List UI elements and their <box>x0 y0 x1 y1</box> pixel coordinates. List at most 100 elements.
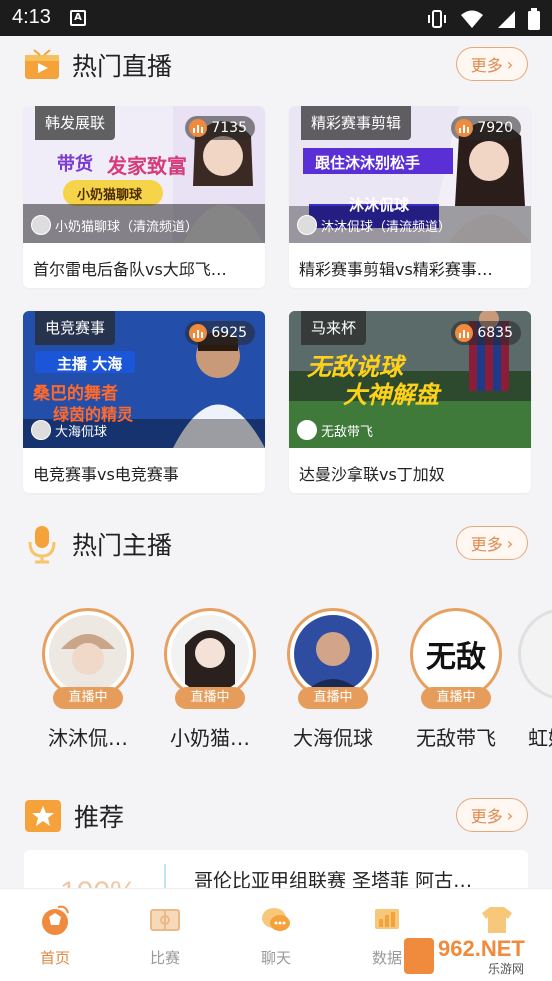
tab-label: 聊天 <box>260 949 291 967</box>
live-card[interactable]: 主播 大海 桑巴的舞者 绿茵的精灵 电竞赛事 6925 大海侃球 电竞赛事vs电… <box>23 311 265 493</box>
anchor-avatar <box>518 608 552 700</box>
section-title-recommend: 推荐 <box>74 803 125 832</box>
thumb-caption: 跟住沐沐别松手 <box>315 154 421 172</box>
anchor-avatar: 无敌 直播中 <box>410 608 502 709</box>
category-tag: 精彩赛事剪辑 <box>301 106 412 140</box>
live-thumbnail: 主播 大海 桑巴的舞者 绿茵的精灵 电竞赛事 6925 大海侃球 <box>23 311 265 448</box>
avatar-image: 无敌 <box>417 615 495 693</box>
recommend-header: 推荐 <box>24 796 124 836</box>
anchor-info: 无敌带飞 <box>297 420 373 440</box>
thumb-caption: 发家致富 <box>107 154 187 178</box>
heat-icon <box>455 119 474 137</box>
live-title: 首尔雷电后备队vs大邱飞… <box>33 260 227 279</box>
anchor-avatar: 直播中 <box>287 608 379 709</box>
avatar <box>31 420 51 440</box>
tab-label: 首页 <box>39 949 70 967</box>
avatar-image <box>49 615 127 693</box>
thumb-caption: 沐沐侃球 <box>349 196 410 214</box>
anchor-name: 小奶猫聊球（清流频道） <box>55 219 199 235</box>
avatar <box>31 215 51 235</box>
live-thumbnail: 无敌说球 大神解盘 马来杯 6835 无敌带飞 <box>289 311 531 448</box>
viewer-count-value: 6835 <box>477 325 513 341</box>
viewer-count: 7135 <box>185 116 255 140</box>
anchor-name: 无敌带飞 <box>321 424 374 440</box>
section-title-hot-live: 热门直播 <box>72 52 173 81</box>
section-title-hot-anchors: 热门主播 <box>72 531 173 560</box>
anchor-name: 小奶猫… <box>170 726 250 750</box>
thumb-caption: 主播 大海 <box>57 355 123 373</box>
live-thumbnail: 跟住沐沐别松手 沐沐侃球 精彩赛事剪辑 7920 沐沐侃球（清流频道） <box>289 106 531 243</box>
live-badge: 直播中 <box>53 687 123 709</box>
tab-match[interactable]: 比赛 <box>120 903 210 968</box>
match-icon <box>150 909 180 931</box>
anchor-item[interactable]: 直播中 小奶猫… <box>150 608 270 751</box>
hot-anchors-header: 热门主播 <box>24 524 172 564</box>
anchor-name: 大海侃球 <box>55 424 108 440</box>
more-label: 更多 <box>470 535 503 554</box>
tab-chat[interactable]: 聊天 <box>231 903 321 968</box>
heat-icon <box>455 324 474 342</box>
heat-icon <box>189 119 208 137</box>
live-card[interactable]: 带货 发家致富 小奶猫聊球 韩发展联 7135 小奶猫聊球（清流频道） 首尔雷电… <box>23 106 265 288</box>
live-badge: 直播中 <box>298 687 368 709</box>
anchor-name: 大海侃球 <box>293 726 373 750</box>
anchor-name: 虹妹 <box>528 726 552 750</box>
tab-label: 比赛 <box>149 949 180 967</box>
anchor-item[interactable]: 直播中 沐沐侃… <box>28 608 148 751</box>
viewer-count: 6925 <box>185 321 255 345</box>
anchor-item[interactable]: 直播中 大海侃球 <box>273 608 393 751</box>
watermark-logo-icon <box>404 938 434 974</box>
jersey-icon <box>482 907 512 933</box>
thumb-caption: 大神解盘 <box>343 381 439 409</box>
more-label: 更多 <box>470 807 503 826</box>
chevron-right-icon: › <box>506 54 514 74</box>
data-icon <box>375 909 399 929</box>
anchor-list: 直播中 沐沐侃… 直播中 小奶猫… 直播中 大海侃球 无敌 直播中 无敌带飞 虹 <box>0 608 552 768</box>
anchor-name: 无敌带飞 <box>416 726 496 750</box>
live-badge: 直播中 <box>175 687 245 709</box>
watermark-text: 962.NET <box>438 936 525 961</box>
watermark-subtext: 乐游网 <box>488 962 525 976</box>
anchor-name: 沐沐侃球（清流频道） <box>321 219 452 235</box>
recommend-more-button[interactable]: 更多 › <box>456 798 528 832</box>
accessibility-icon: A <box>70 10 86 26</box>
chat-icon <box>262 908 290 931</box>
thumb-caption: 带货 <box>57 154 93 175</box>
home-icon <box>42 905 69 935</box>
status-bar: 4:13 A <box>0 0 552 36</box>
anchor-item[interactable]: 虹妹 <box>518 608 552 751</box>
avatar-logo-text: 无敌 <box>426 640 486 675</box>
anchor-info: 沐沐侃球（清流频道） <box>297 215 451 235</box>
microphone-icon <box>28 526 56 564</box>
viewer-count-value: 6925 <box>211 325 247 341</box>
live-card[interactable]: 无敌说球 大神解盘 马来杯 6835 无敌带飞 达曼沙拿联vs丁加奴 <box>289 311 531 493</box>
avatar-image <box>294 615 372 693</box>
live-title: 达曼沙拿联vs丁加奴 <box>299 465 445 484</box>
anchor-item[interactable]: 无敌 直播中 无敌带飞 <box>396 608 516 751</box>
battery-icon <box>528 8 540 30</box>
hot-anchors-more-button[interactable]: 更多 › <box>456 526 528 560</box>
viewer-count: 6835 <box>451 321 521 345</box>
anchor-avatar: 直播中 <box>42 608 134 709</box>
category-tag: 马来杯 <box>301 311 367 345</box>
signal-icon <box>498 11 515 28</box>
hot-live-header: 热门直播 <box>24 45 172 85</box>
live-card[interactable]: 跟住沐沐别松手 沐沐侃球 精彩赛事剪辑 7920 沐沐侃球（清流频道） 精彩赛事… <box>289 106 531 288</box>
avatar <box>297 420 317 440</box>
tab-home[interactable]: 首页 <box>10 903 100 968</box>
hot-live-more-button[interactable]: 更多 › <box>456 47 528 81</box>
site-watermark: 962.NET 乐游网 <box>404 936 544 978</box>
live-thumbnail: 带货 发家致富 小奶猫聊球 韩发展联 7135 小奶猫聊球（清流频道） <box>23 106 265 243</box>
wifi-icon <box>461 10 483 28</box>
live-title: 电竞赛事vs电竞赛事 <box>33 465 179 484</box>
vibrate-icon <box>428 10 446 28</box>
anchor-name: 沐沐侃… <box>48 726 128 750</box>
chevron-right-icon: › <box>506 805 514 825</box>
chevron-right-icon: › <box>506 533 514 553</box>
avatar-image <box>171 615 249 693</box>
anchor-info: 小奶猫聊球（清流频道） <box>31 215 198 235</box>
live-title: 精彩赛事剪辑vs精彩赛事… <box>299 260 493 279</box>
viewer-count-value: 7920 <box>477 120 513 136</box>
live-badge: 直播中 <box>421 687 491 709</box>
category-tag: 韩发展联 <box>35 106 116 140</box>
